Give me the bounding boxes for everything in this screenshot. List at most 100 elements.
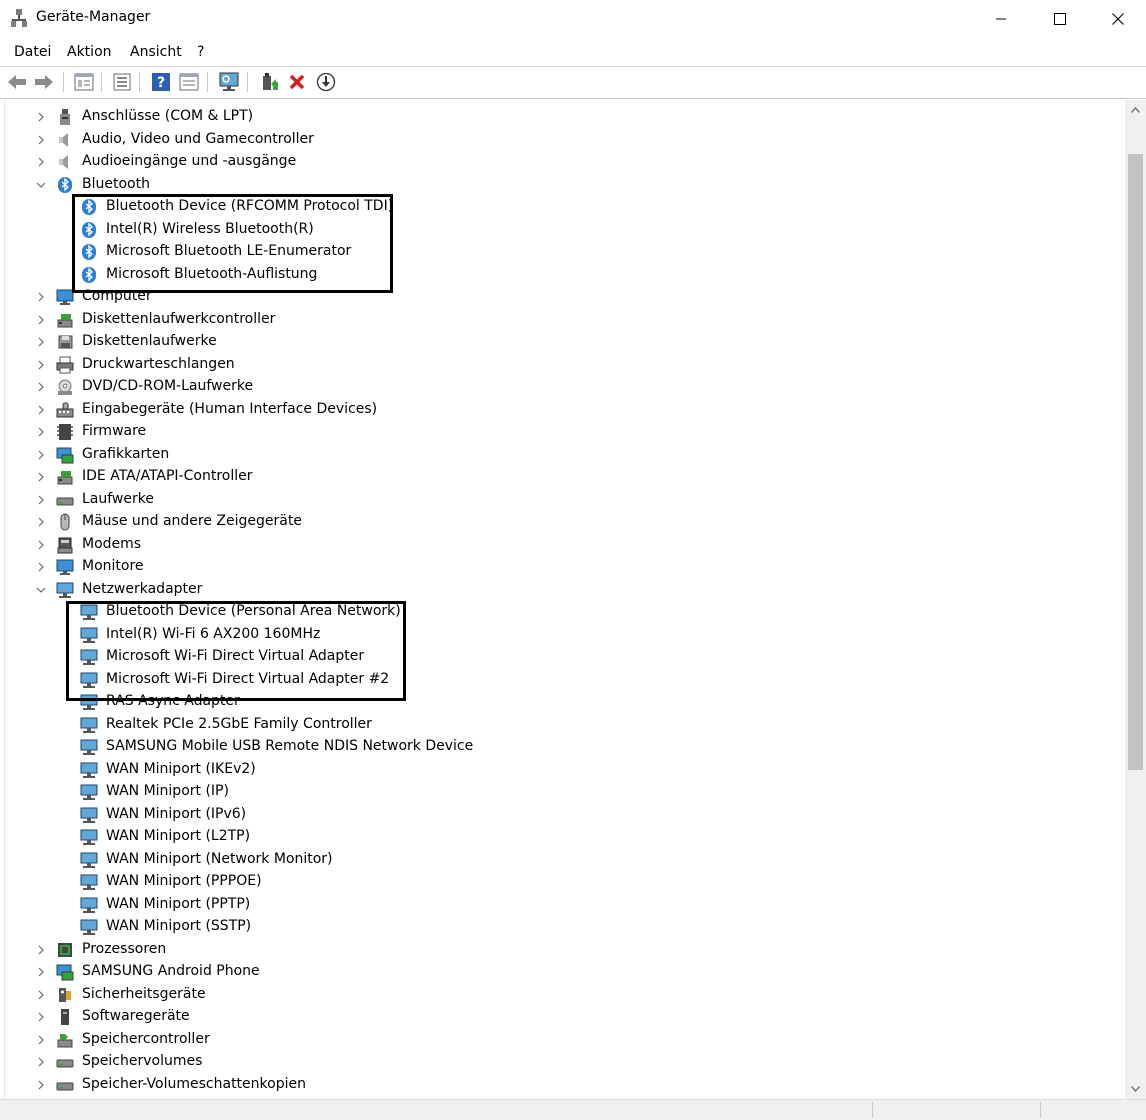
tree-device[interactable]: WAN Miniport (IKEv2): [5, 759, 1126, 781]
expand-toggle[interactable]: [35, 156, 47, 168]
tree-category[interactable]: Diskettenlaufwerke: [5, 331, 1126, 353]
tree-category[interactable]: Grafikkarten: [5, 444, 1126, 466]
network-icon: [80, 671, 98, 689]
expand-toggle[interactable]: [35, 359, 47, 371]
forward-button[interactable]: [33, 71, 55, 93]
download-button[interactable]: [315, 71, 337, 93]
back-button[interactable]: [6, 71, 28, 93]
expand-toggle[interactable]: [35, 1011, 47, 1023]
expand-toggle[interactable]: [35, 291, 47, 303]
close-button[interactable]: [1089, 0, 1146, 38]
vertical-scrollbar[interactable]: [1125, 100, 1146, 1099]
tree-device[interactable]: Microsoft Bluetooth-Auflistung: [5, 264, 1126, 286]
tree-category[interactable]: Modems: [5, 534, 1126, 556]
expand-toggle[interactable]: [35, 989, 47, 1001]
tree-device[interactable]: Bluetooth Device (RFCOMM Protocol TDI): [5, 196, 1126, 218]
help-button[interactable]: ?: [150, 71, 172, 93]
expand-toggle[interactable]: [35, 314, 47, 326]
maximize-button[interactable]: [1031, 0, 1089, 38]
chevron-right-icon: [38, 495, 44, 504]
expand-toggle[interactable]: [35, 561, 47, 573]
collapse-toggle[interactable]: [35, 179, 47, 191]
tree-category[interactable]: Firmware: [5, 421, 1126, 443]
tree-device[interactable]: Microsoft Bluetooth LE-Enumerator: [5, 241, 1126, 263]
close-icon: [1112, 13, 1124, 25]
tree-category[interactable]: Speicher-Volumeschattenkopien: [5, 1074, 1126, 1096]
list-view-button[interactable]: [111, 71, 133, 93]
tree-device[interactable]: SAMSUNG Mobile USB Remote NDIS Network D…: [5, 736, 1126, 758]
tree-device[interactable]: Microsoft Wi-Fi Direct Virtual Adapter #…: [5, 669, 1126, 691]
tree-category[interactable]: Anschlüsse (COM & LPT): [5, 106, 1126, 128]
scroll-thumb[interactable]: [1128, 154, 1143, 770]
menu-help[interactable]: ?: [197, 44, 204, 60]
device-manager-app-icon: [11, 9, 27, 27]
expand-toggle[interactable]: [35, 1056, 47, 1068]
tree-category[interactable]: SAMSUNG Android Phone: [5, 961, 1126, 983]
expand-toggle[interactable]: [35, 516, 47, 528]
tree-category[interactable]: Diskettenlaufwerkcontroller: [5, 309, 1126, 331]
tree-category[interactable]: Netzwerkadapter: [5, 579, 1126, 601]
tree-category[interactable]: Speichervolumes: [5, 1051, 1126, 1073]
properties-view-button[interactable]: [73, 71, 95, 93]
tree-device[interactable]: WAN Miniport (PPPOE): [5, 871, 1126, 893]
chevron-right-icon: [38, 135, 44, 144]
tree-device[interactable]: Microsoft Wi-Fi Direct Virtual Adapter: [5, 646, 1126, 668]
expand-toggle[interactable]: [35, 471, 47, 483]
uninstall-button[interactable]: [286, 71, 308, 93]
tree-category[interactable]: Sicherheitsgeräte: [5, 984, 1126, 1006]
tree-device[interactable]: WAN Miniport (PPTP): [5, 894, 1126, 916]
tree-item-label: Mäuse und andere Zeigegeräte: [82, 513, 302, 529]
update-driver-button[interactable]: [258, 71, 280, 93]
expand-toggle[interactable]: [35, 966, 47, 978]
tree-device[interactable]: WAN Miniport (IP): [5, 781, 1126, 803]
menu-ansicht[interactable]: Ansicht: [130, 44, 182, 60]
expand-toggle[interactable]: [35, 336, 47, 348]
expand-toggle[interactable]: [35, 539, 47, 551]
tree-category[interactable]: Eingabegeräte (Human Interface Devices): [5, 399, 1126, 421]
expand-toggle[interactable]: [35, 404, 47, 416]
expand-toggle[interactable]: [35, 494, 47, 506]
scroll-up-button[interactable]: [1125, 100, 1146, 120]
tree-category[interactable]: IDE ATA/ATAPI-Controller: [5, 466, 1126, 488]
tree-category[interactable]: Computer: [5, 286, 1126, 308]
scan-hardware-button[interactable]: [218, 71, 240, 93]
tree-category[interactable]: Druckwarteschlangen: [5, 354, 1126, 376]
tree-device[interactable]: WAN Miniport (Network Monitor): [5, 849, 1126, 871]
tree-category[interactable]: Audio, Video und Gamecontroller: [5, 129, 1126, 151]
details-view-button[interactable]: [178, 71, 200, 93]
tree-category[interactable]: Prozessoren: [5, 939, 1126, 961]
device-tree[interactable]: Anschlüsse (COM & LPT) Audio, Video und G…: [4, 100, 1126, 1099]
minimize-button[interactable]: [972, 0, 1030, 38]
tree-device[interactable]: WAN Miniport (SSTP): [5, 916, 1126, 938]
tree-category[interactable]: Softwaregeräte: [5, 1006, 1126, 1028]
expand-toggle[interactable]: [35, 111, 47, 123]
tree-category[interactable]: Audioeingänge und -ausgänge: [5, 151, 1126, 173]
tree-category[interactable]: Laufwerke: [5, 489, 1126, 511]
tree-category[interactable]: Monitore: [5, 556, 1126, 578]
tree-category[interactable]: Speichercontroller: [5, 1029, 1126, 1051]
expand-toggle[interactable]: [35, 1079, 47, 1091]
tree-device[interactable]: Intel(R) Wireless Bluetooth(R): [5, 219, 1126, 241]
tree-device[interactable]: Realtek PCIe 2.5GbE Family Controller: [5, 714, 1126, 736]
menu-datei[interactable]: Datei: [14, 44, 51, 60]
tree-device[interactable]: WAN Miniport (L2TP): [5, 826, 1126, 848]
tree-category[interactable]: Mäuse und andere Zeigegeräte: [5, 511, 1126, 533]
tree-device[interactable]: WAN Miniport (IPv6): [5, 804, 1126, 826]
scroll-down-button[interactable]: [1125, 1079, 1146, 1099]
tree-device[interactable]: Bluetooth Device (Personal Area Network): [5, 601, 1126, 623]
tree-device[interactable]: Intel(R) Wi-Fi 6 AX200 160MHz: [5, 624, 1126, 646]
expand-toggle[interactable]: [35, 134, 47, 146]
expand-toggle[interactable]: [35, 944, 47, 956]
tree-category[interactable]: DVD/CD-ROM-Laufwerke: [5, 376, 1126, 398]
collapse-toggle[interactable]: [35, 584, 47, 596]
floppy-icon: [56, 333, 74, 351]
menu-aktion[interactable]: Aktion: [67, 44, 112, 60]
tree-category[interactable]: Bluetooth: [5, 174, 1126, 196]
tree-device[interactable]: RAS Async Adapter: [5, 691, 1126, 713]
update-driver-icon: [263, 73, 278, 90]
expand-toggle[interactable]: [35, 426, 47, 438]
expand-toggle[interactable]: [35, 449, 47, 461]
expand-toggle[interactable]: [35, 1034, 47, 1046]
expand-toggle[interactable]: [35, 381, 47, 393]
controller-icon: [56, 311, 74, 329]
